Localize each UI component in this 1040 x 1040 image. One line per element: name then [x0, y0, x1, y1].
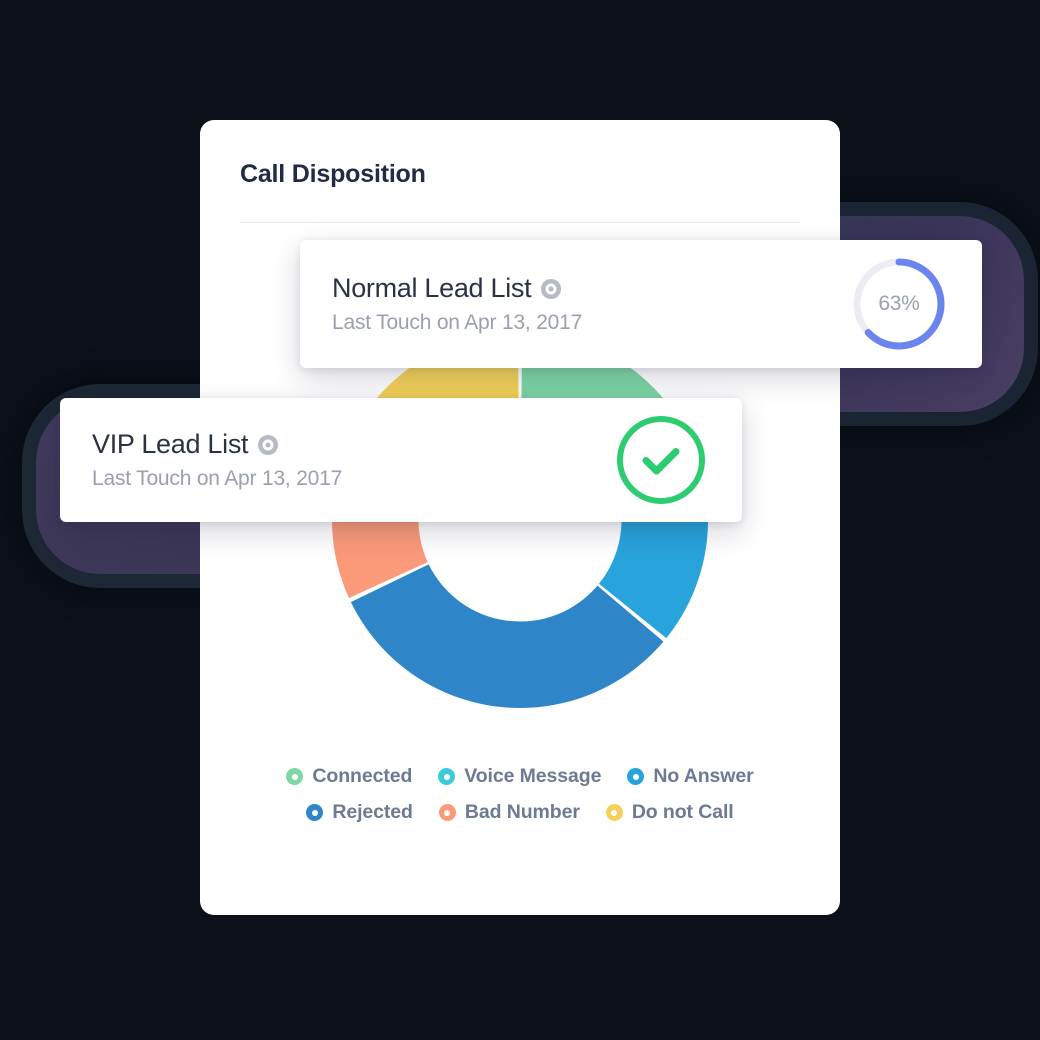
target-icon[interactable]	[258, 434, 279, 455]
card-title-row: VIP Lead List	[92, 429, 614, 460]
card-title: VIP Lead List	[92, 429, 249, 459]
legend-dot-icon	[627, 768, 645, 785]
page-title: Call Disposition	[240, 160, 426, 188]
screenshot-stage: Call Disposition Connected Voice Message	[0, 0, 1040, 1040]
legend-row: Connected Voice Message No Answer	[200, 765, 840, 788]
legend-label: Connected	[312, 765, 413, 787]
legend-label: Rejected	[332, 801, 413, 823]
normal-lead-list-card[interactable]: Normal Lead List Last Touch on Apr 13, 2…	[300, 240, 982, 368]
check-badge	[614, 413, 708, 507]
legend-item-bad-number[interactable]: Bad Number	[438, 801, 580, 824]
legend-label: Voice Message	[464, 765, 602, 787]
check-circle-ring	[617, 416, 705, 504]
legend-item-rejected[interactable]: Rejected	[306, 801, 413, 824]
legend-dot-icon	[306, 804, 324, 821]
card-subtitle: Last Touch on Apr 13, 2017	[332, 311, 583, 334]
card-subtitle: Last Touch on Apr 13, 2017	[92, 467, 343, 490]
progress-ring: 63%	[850, 255, 948, 353]
legend-row: Rejected Bad Number Do not Call	[200, 801, 840, 824]
target-icon[interactable]	[541, 278, 562, 299]
legend-label: Do not Call	[631, 801, 734, 823]
check-circle-icon	[617, 416, 705, 504]
legend-item-voice-message[interactable]: Voice Message	[438, 765, 601, 788]
card-text-block: VIP Lead List Last Touch on Apr 13, 2017	[92, 429, 614, 491]
legend-dot-icon	[438, 804, 456, 821]
legend-item-connected[interactable]: Connected	[286, 765, 412, 788]
legend-label: No Answer	[653, 765, 754, 787]
legend-dot-icon	[438, 768, 456, 785]
legend-dot-icon	[605, 804, 623, 821]
legend-item-do-not-call[interactable]: Do not Call	[605, 801, 734, 824]
legend-dot-icon	[286, 768, 304, 785]
legend-label: Bad Number	[464, 801, 580, 823]
legend-item-no-answer[interactable]: No Answer	[627, 765, 754, 788]
card-title: Normal Lead List	[332, 273, 532, 303]
vip-lead-list-card[interactable]: VIP Lead List Last Touch on Apr 13, 2017	[60, 398, 742, 522]
chart-legend: Connected Voice Message No Answer Reject…	[200, 765, 840, 837]
divider	[240, 222, 800, 223]
check-mark-icon	[642, 448, 680, 475]
card-text-block: Normal Lead List Last Touch on Apr 13, 2…	[332, 273, 850, 335]
progress-percent-label: 63%	[878, 292, 920, 315]
card-title-row: Normal Lead List	[332, 273, 850, 304]
